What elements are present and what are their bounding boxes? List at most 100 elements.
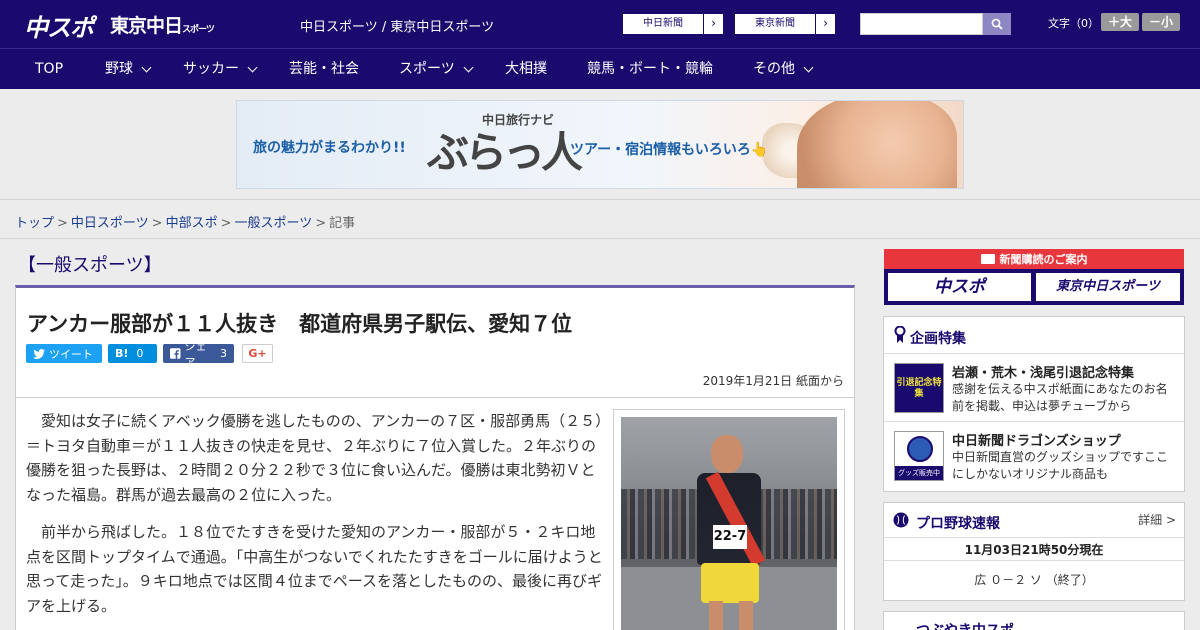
facebook-share-label: シェア bbox=[184, 339, 207, 369]
subscribe-tokyo-chunichi-button[interactable]: 東京中日スポーツ bbox=[1036, 273, 1180, 301]
mascot-icon bbox=[907, 436, 933, 462]
breadcrumb-top[interactable]: トップ bbox=[15, 216, 54, 231]
chuspo-logo[interactable]: 中スポ bbox=[24, 8, 94, 43]
breadcrumb-separator: > bbox=[220, 216, 232, 231]
nav-sports[interactable]: スポーツ bbox=[399, 49, 474, 89]
hatena-icon: B! bbox=[115, 347, 129, 360]
ad-area: 旅の魅力がまるわかり!! ぶらっ人 中日旅行ナビ ツアー・宿泊情報もいろいろ👆 bbox=[0, 89, 1200, 199]
breadcrumb-separator: > bbox=[57, 216, 68, 231]
baseball-panel: プロ野球速報 詳細 > 11月03日21時50分現在 広 ０－２ ソ （終了） bbox=[883, 502, 1185, 601]
ad-main-title: ぶらっ人 bbox=[427, 128, 583, 177]
feature-desc: 中日新聞直営のグッズショップですここにしかないオリジナル商品も bbox=[952, 450, 1169, 481]
baseball-title: プロ野球速報 bbox=[916, 516, 1000, 532]
nav-sumo-label: 大相撲 bbox=[505, 61, 547, 77]
breadcrumb: トップ > 中日スポーツ > 中部スポ > 一般スポーツ > 記事 bbox=[15, 212, 355, 231]
feature-title: 中日新聞ドラゴンズショップ bbox=[952, 434, 1121, 449]
features-title: 企画特集 bbox=[910, 331, 966, 347]
chevron-down-icon bbox=[247, 62, 258, 72]
subscribe-title: 新聞購読のご案内 bbox=[884, 251, 1184, 267]
baseball-updated: 11月03日21時50分現在 bbox=[884, 537, 1184, 561]
font-increase-button[interactable]: ＋大 bbox=[1101, 13, 1139, 31]
nav-racing[interactable]: 競馬・ボート・競輪 bbox=[587, 49, 713, 89]
feature-thumb-shop-label: グッズ販売中 bbox=[895, 466, 943, 480]
search-button[interactable] bbox=[983, 13, 1011, 35]
search-input[interactable] bbox=[860, 13, 983, 35]
search-icon bbox=[991, 18, 1003, 30]
tokyo-chunichi-logo-suffix: スポーツ bbox=[182, 25, 215, 35]
ad-right-text: ツアー・宿泊情報もいろいろ👆 bbox=[570, 142, 769, 158]
site-title[interactable]: 中日スポーツ / 東京中日スポーツ bbox=[300, 16, 494, 35]
nav-top[interactable]: TOP bbox=[35, 49, 63, 89]
twitter-icon bbox=[33, 348, 45, 359]
article-headline: アンカー服部が１１人抜き 都道府県男子駅伝、愛知７位 bbox=[27, 312, 573, 336]
features-panel: 企画特集 引退記念特集 岩瀬・荒木・浅尾引退記念特集 感謝を伝える中スポ紙面にあ… bbox=[883, 316, 1185, 492]
top-header: 中スポ 東京中日スポーツ 中日スポーツ / 東京中日スポーツ 中日新聞 › 東京… bbox=[0, 0, 1200, 48]
article-paragraph: 愛知は女子に続くアベック優勝を逃したものの、アンカーの７区・服部勇馬（２５）＝ト… bbox=[26, 412, 603, 504]
feature-item[interactable]: グッズ販売中 中日新聞ドラゴンズショップ 中日新聞直営のグッズショップですここに… bbox=[884, 421, 1184, 489]
chevron-right-icon: › bbox=[703, 14, 723, 34]
nav-soccer[interactable]: サッカー bbox=[183, 49, 258, 89]
section-title: 【一般スポーツ】 bbox=[18, 255, 162, 276]
newspaper-icon bbox=[980, 254, 995, 264]
tweets-title: つぶやき中スポ bbox=[916, 620, 1014, 630]
breadcrumb-current: 記事 bbox=[329, 216, 356, 231]
article-photo-frame: 22-7 bbox=[613, 409, 845, 630]
nav-baseball[interactable]: 野球 bbox=[105, 49, 152, 89]
article-paragraph: 前半から飛ばした。１８位でたすきを受けた愛知のアンカー・服部が５・２キロ地点を区… bbox=[26, 523, 603, 615]
ad-left-text: 旅の魅力がまるわかり!! bbox=[253, 140, 406, 156]
nav-top-label: TOP bbox=[35, 61, 64, 77]
nav-entertainment-label: 芸能・社会 bbox=[289, 61, 359, 77]
photo-runner-shorts bbox=[701, 563, 759, 603]
facebook-share-button[interactable]: シェア 3 bbox=[163, 340, 234, 369]
feature-thumb-shop: グッズ販売中 bbox=[894, 431, 944, 481]
nav-sports-label: スポーツ bbox=[399, 61, 455, 77]
nav-other[interactable]: その他 bbox=[753, 49, 814, 89]
facebook-share-count: 3 bbox=[220, 347, 227, 360]
article-body: 愛知は女子に続くアベック優勝を逃したものの、アンカーの７区・服部勇馬（２５）＝ト… bbox=[15, 398, 855, 630]
tokyo-shimbun-link[interactable]: 東京新聞 › bbox=[734, 13, 836, 35]
nav-sumo[interactable]: 大相撲 bbox=[505, 49, 547, 89]
feature-item[interactable]: 引退記念特集 岩瀬・荒木・浅尾引退記念特集 感謝を伝える中スポ紙面にあなたのお名… bbox=[884, 353, 1184, 421]
hatena-bookmark-button[interactable]: B! 0 bbox=[108, 344, 157, 363]
nav-soccer-label: サッカー bbox=[183, 61, 239, 77]
tokyo-chunichi-logo-text: 東京中日 bbox=[110, 15, 183, 37]
nav-racing-label: 競馬・ボート・競輪 bbox=[587, 61, 713, 77]
chevron-down-icon bbox=[803, 62, 814, 72]
chunichi-shimbun-link[interactable]: 中日新聞 › bbox=[622, 13, 724, 35]
ribbon-icon bbox=[894, 326, 906, 343]
nav-other-label: その他 bbox=[753, 61, 795, 77]
nav-baseball-label: 野球 bbox=[105, 61, 133, 77]
tweet-label: ツイート bbox=[49, 347, 93, 361]
baseball-score[interactable]: 広 ０－２ ソ （終了） bbox=[884, 571, 1184, 588]
chunichi-shimbun-label: 中日新聞 bbox=[643, 18, 683, 29]
breadcrumb-chubu-spo[interactable]: 中部スポ bbox=[166, 216, 218, 231]
baseball-detail-link[interactable]: 詳細 > bbox=[1138, 511, 1176, 528]
subscribe-chuspo-button[interactable]: 中スポ bbox=[888, 273, 1031, 301]
google-plus-button[interactable]: G+ bbox=[242, 344, 273, 363]
feature-desc: 感謝を伝える中スポ紙面にあなたのお名前を掲載、申込は夢チューブから bbox=[952, 382, 1168, 413]
hatena-count: 0 bbox=[136, 347, 144, 360]
photo-runner-leg bbox=[739, 601, 753, 630]
breadcrumb-chunichi-sports[interactable]: 中日スポーツ bbox=[71, 216, 149, 231]
breadcrumb-bar: トップ > 中日スポーツ > 中部スポ > 一般スポーツ > 記事 bbox=[0, 199, 1200, 239]
tokyo-shimbun-label: 東京新聞 bbox=[755, 18, 795, 29]
photo-runner-bib: 22-7 bbox=[713, 525, 747, 549]
tweet-button[interactable]: ツイート bbox=[26, 344, 102, 363]
facebook-icon bbox=[170, 348, 181, 359]
photo-runner-leg bbox=[709, 601, 723, 630]
feature-title: 岩瀬・荒木・浅尾引退記念特集 bbox=[952, 366, 1135, 381]
tweets-panel: つぶやき中スポ bbox=[883, 611, 1185, 630]
font-decrease-button[interactable]: －小 bbox=[1142, 13, 1180, 31]
chevron-down-icon bbox=[463, 62, 474, 72]
font-size-label: 文字（0） bbox=[1048, 17, 1099, 30]
tokyo-chunichi-logo[interactable]: 東京中日スポーツ bbox=[110, 11, 215, 38]
feature-thumb-retirement: 引退記念特集 bbox=[894, 363, 944, 413]
travel-ad-banner[interactable]: 旅の魅力がまるわかり!! ぶらっ人 中日旅行ナビ ツアー・宿泊情報もいろいろ👆 bbox=[236, 100, 964, 189]
nav-entertainment[interactable]: 芸能・社会 bbox=[289, 49, 359, 89]
subscribe-title-label: 新聞購読のご案内 bbox=[999, 253, 1088, 266]
ad-sub-title: 中日旅行ナビ bbox=[482, 113, 555, 127]
breadcrumb-general-sports[interactable]: 一般スポーツ bbox=[235, 216, 313, 231]
article-header: アンカー服部が１１人抜き 都道府県男子駅伝、愛知７位 ツイート B! 0 シェア… bbox=[15, 285, 855, 398]
breadcrumb-separator: > bbox=[315, 216, 327, 231]
runner-photo[interactable]: 22-7 bbox=[621, 417, 837, 630]
